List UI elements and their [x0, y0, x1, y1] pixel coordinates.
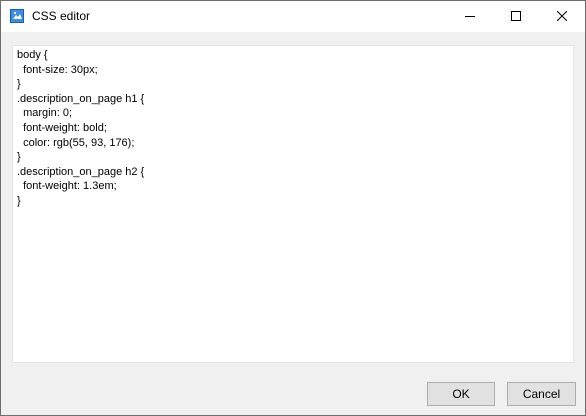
- css-editor-window: CSS editor body { font-size: 30px; } .de…: [0, 0, 586, 416]
- minimize-icon: [465, 10, 475, 24]
- css-text-area[interactable]: body { font-size: 30px; } .description_o…: [12, 45, 574, 363]
- title-bar[interactable]: CSS editor: [1, 1, 585, 32]
- close-icon: [556, 10, 568, 24]
- maximize-icon: [511, 10, 521, 24]
- cancel-button[interactable]: Cancel: [507, 382, 576, 406]
- maximize-button[interactable]: [493, 1, 539, 32]
- minimize-button[interactable]: [447, 1, 493, 32]
- window-title: CSS editor: [32, 9, 91, 23]
- app-icon: [10, 9, 24, 23]
- ok-button[interactable]: OK: [427, 382, 495, 406]
- close-button[interactable]: [539, 1, 585, 32]
